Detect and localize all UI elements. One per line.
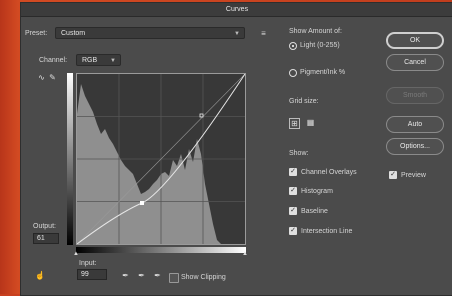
input-label: Input:: [79, 260, 97, 267]
smooth-button[interactable]: Smooth: [386, 87, 444, 104]
channel-label: Channel:: [39, 57, 68, 64]
white-point-slider[interactable]: ▲: [242, 251, 248, 257]
histogram-label: Histogram: [301, 188, 333, 195]
output-field[interactable]: 61: [33, 233, 59, 244]
pencil-tool-icon[interactable]: ✎: [48, 73, 57, 82]
histogram-checkbox[interactable]: ✓: [289, 187, 297, 195]
ok-button[interactable]: OK: [386, 32, 444, 49]
light-radio[interactable]: [289, 42, 297, 50]
intersection-line-label: Intersection Line: [301, 228, 353, 235]
preview-label: Preview: [401, 172, 426, 179]
chevron-down-icon: ▼: [110, 58, 116, 64]
channel-value: RGB: [82, 57, 98, 64]
black-eyedropper-icon[interactable]: ✒: [121, 271, 130, 280]
baseline-checkbox[interactable]: ✓: [289, 207, 297, 215]
preset-value: Custom: [61, 30, 86, 37]
input-field[interactable]: 99: [77, 269, 107, 280]
auto-button[interactable]: Auto: [386, 116, 444, 133]
simple-grid-icon[interactable]: ⊞: [289, 118, 300, 129]
intersection-line-checkbox[interactable]: ✓: [289, 227, 297, 235]
curve-points-tool-icon[interactable]: ∿: [37, 73, 46, 82]
detailed-grid-icon[interactable]: ▦: [306, 118, 315, 127]
show-clipping-label: Show Clipping: [181, 274, 226, 281]
light-label: Light (0-255): [300, 42, 340, 49]
curve-graph-svg: [77, 74, 245, 244]
curve-graph[interactable]: [76, 73, 246, 245]
show-amount-heading: Show Amount of:: [289, 28, 342, 35]
cancel-button[interactable]: Cancel: [386, 54, 444, 71]
black-point-slider[interactable]: ▲: [73, 251, 79, 257]
curves-dialog: Curves Preset: Custom ▼ ≡ Channel: RGB ▼…: [20, 2, 452, 296]
dialog-title: Curves: [21, 3, 452, 17]
white-eyedropper-icon[interactable]: ✒: [153, 271, 162, 280]
histogram: [77, 84, 221, 244]
options-button[interactable]: Options...: [386, 138, 444, 155]
preset-options-icon[interactable]: ≡: [259, 29, 268, 38]
output-label: Output:: [33, 223, 56, 230]
adjust-target-icon[interactable]: ☝: [35, 271, 45, 280]
output-gradient-bar: [67, 73, 73, 245]
show-clipping-checkbox[interactable]: [169, 273, 179, 283]
channel-overlays-checkbox[interactable]: ✓: [289, 168, 297, 176]
gray-eyedropper-icon[interactable]: ✒: [137, 271, 146, 280]
preview-checkbox[interactable]: ✓: [389, 171, 397, 179]
pigment-label: Pigment/Ink %: [300, 69, 346, 76]
channel-overlays-label: Channel Overlays: [301, 169, 357, 176]
baseline-label: Baseline: [301, 208, 328, 215]
curve-control-point[interactable]: [140, 201, 144, 205]
grid-size-heading: Grid size:: [289, 98, 319, 105]
channel-select[interactable]: RGB ▼: [76, 54, 121, 66]
preset-select[interactable]: Custom ▼: [55, 27, 245, 39]
chevron-down-icon: ▼: [234, 31, 240, 37]
show-heading: Show:: [289, 150, 309, 157]
pigment-radio[interactable]: [289, 69, 297, 77]
preset-label: Preset:: [25, 30, 48, 37]
input-gradient-bar: [76, 247, 246, 253]
